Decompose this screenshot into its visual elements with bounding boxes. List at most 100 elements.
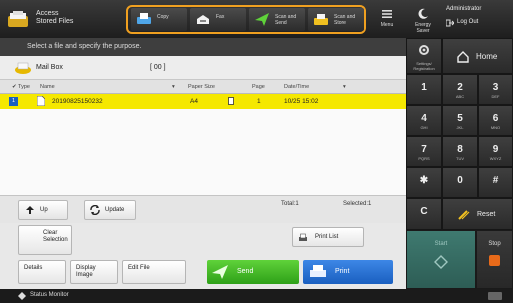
sort-arrow-icon: ▾: [172, 84, 175, 90]
key-digit: 0: [457, 175, 463, 186]
update-button[interactable]: Update: [84, 200, 136, 220]
scan-send-icon: [255, 13, 269, 26]
action-area: Clear Selection Print List Details Displ…: [0, 223, 406, 289]
details-button[interactable]: Details: [18, 260, 66, 284]
clear-selection-button[interactable]: Clear Selection: [18, 225, 72, 255]
key-letters: MNO: [490, 125, 501, 130]
key-letters: TUV: [456, 156, 464, 161]
key-digit: 2: [457, 82, 463, 93]
refresh-icon: [90, 205, 100, 215]
top-bar: Access Stored Files Copy Fax Scan and Se…: [0, 0, 513, 38]
energy-saver-button[interactable]: Energy Saver: [408, 4, 438, 34]
keypad-key[interactable]: 9 WXYZ: [478, 136, 513, 167]
mailbox-bar: Mail Box [ 00 ]: [0, 56, 406, 80]
key-letters: ABC: [455, 94, 465, 99]
column-paper-size[interactable]: Paper Size: [188, 84, 215, 90]
key-digit: 5: [457, 113, 463, 124]
key-letters: PQRS: [418, 156, 430, 161]
key-digit: 4: [421, 113, 427, 124]
total-count: Total:1: [281, 201, 299, 207]
keypad-key[interactable]: 6 MNO: [478, 105, 513, 136]
key-letters: JKL: [456, 125, 464, 130]
keypad-key[interactable]: #: [478, 167, 513, 198]
key-letters: GHI: [420, 125, 428, 130]
start-button[interactable]: Start: [406, 230, 476, 289]
column-page[interactable]: Page: [252, 84, 265, 90]
function-shortcuts: Copy Fax Scan and Send Scan and Store: [126, 5, 366, 34]
file-paper-size: A4: [190, 98, 198, 105]
print-list-icon: [299, 233, 307, 241]
status-monitor-icon: [18, 292, 26, 300]
home-button[interactable]: Home: [442, 38, 513, 74]
key-letters: WXYZ: [489, 156, 502, 161]
stop-button[interactable]: Stop: [476, 230, 513, 289]
up-arrow-icon: [26, 206, 34, 214]
copy-button[interactable]: Copy: [131, 8, 187, 31]
file-pages: 1: [257, 98, 261, 105]
fax-icon: [197, 15, 209, 24]
menu-button[interactable]: Menu: [374, 4, 400, 34]
sort-arrow-icon: ▾: [343, 84, 346, 90]
menu-icon: [382, 10, 392, 18]
key-digit: 7: [421, 144, 427, 155]
keypad-key[interactable]: 1: [406, 74, 442, 105]
print-button[interactable]: Print: [303, 260, 393, 284]
key-digit: #: [492, 175, 499, 186]
reset-icon: [458, 210, 470, 220]
key-digit: 6: [492, 113, 499, 124]
keyboard-icon[interactable]: [488, 292, 502, 300]
keypad-key[interactable]: ✱: [406, 167, 442, 198]
keypad-key[interactable]: 2 ABC: [442, 74, 478, 105]
column-name[interactable]: Name: [40, 84, 55, 90]
settings-registration-button[interactable]: Settings/ Registration: [406, 38, 442, 74]
mailbox-icon: [15, 62, 31, 74]
key-digit: 1: [421, 82, 427, 93]
keypad-key[interactable]: 8 TUV: [442, 136, 478, 167]
keypad-key[interactable]: 0: [442, 167, 478, 198]
scan-store-icon: [314, 14, 328, 25]
screen: Access Stored Files Copy Fax Scan and Se…: [0, 0, 513, 303]
row-checkbox[interactable]: 1: [9, 97, 18, 106]
file-list-header: ✔ Type Name ▾ Paper Size Page Date/Time …: [0, 80, 406, 94]
admin-area: Administrator Log Out: [442, 4, 513, 34]
column-date[interactable]: Date/Time: [284, 84, 309, 90]
file-date: 10/25 15:02: [284, 98, 319, 105]
print-icon: [310, 265, 326, 277]
admin-label: Administrator: [446, 6, 482, 12]
copy-icon: [137, 13, 151, 24]
scan-send-button[interactable]: Scan and Send: [249, 8, 305, 31]
selected-count: Selected:1: [343, 201, 372, 207]
key-digit: 9: [492, 144, 499, 155]
moon-icon: [418, 8, 428, 19]
reset-button[interactable]: Reset: [442, 198, 513, 230]
clear-key[interactable]: C: [406, 198, 442, 230]
file-list: 1 20190825150232 A4 1 10/25 15:02: [0, 94, 406, 195]
document-icon: [37, 96, 45, 106]
gear-icon: [419, 45, 429, 55]
app-title-area: Access Stored Files: [0, 0, 110, 38]
right-keypad-panel: Settings/ Registration Home 1 2 ABC 3 DEF 4 GH…: [406, 38, 513, 289]
instruction-text: Select a file and specify the purpose.: [0, 38, 406, 56]
logout-button[interactable]: Log Out: [446, 18, 506, 30]
edit-file-button[interactable]: Edit File: [122, 260, 186, 284]
keypad-key[interactable]: 3 DEF: [478, 74, 513, 105]
home-icon: [457, 51, 469, 63]
key-digit: ✱: [419, 175, 429, 186]
table-row[interactable]: 1 20190825150232 A4 1 10/25 15:02: [0, 94, 406, 109]
send-button[interactable]: Send: [207, 260, 299, 284]
app-title: Access Stored Files: [36, 10, 74, 25]
display-image-button[interactable]: Display Image: [70, 260, 118, 284]
send-icon: [212, 265, 228, 279]
keypad-key[interactable]: 4 GHI: [406, 105, 442, 136]
page-orientation-icon: [228, 97, 234, 105]
start-icon: [434, 255, 448, 269]
key-digit: 3: [492, 82, 499, 93]
status-monitor-bar[interactable]: Status Monitor: [0, 289, 513, 303]
keypad-key[interactable]: 5 JKL: [442, 105, 478, 136]
scan-store-button[interactable]: Scan and Store: [308, 8, 364, 31]
keypad-key[interactable]: 7 PQRS: [406, 136, 442, 167]
column-type[interactable]: ✔ Type: [12, 84, 30, 90]
fax-button[interactable]: Fax: [190, 8, 246, 31]
up-button[interactable]: Up: [18, 200, 68, 220]
print-list-button[interactable]: Print List: [292, 227, 364, 247]
